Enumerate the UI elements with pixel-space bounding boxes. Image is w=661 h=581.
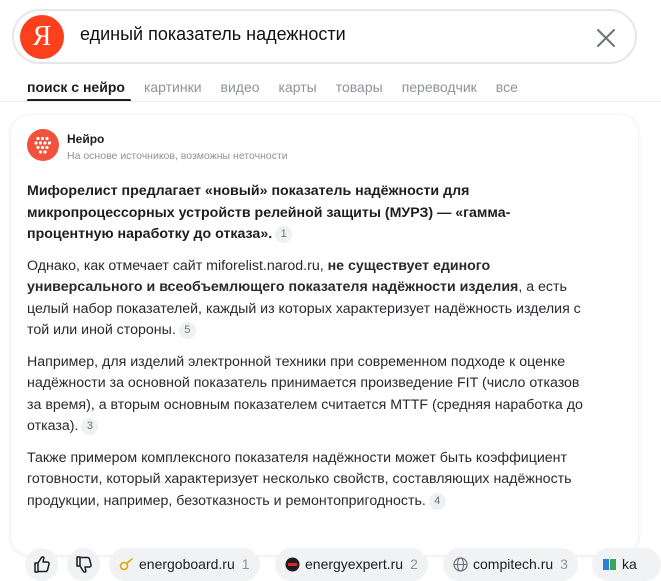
book-favicon [603,559,616,570]
answer-paragraph: Мифорелист предлагает «новый» показатель… [27,183,511,243]
answer-paragraph: Также примером комплексного показателя н… [27,449,572,510]
tab-maps[interactable]: карты [279,78,317,96]
search-tabs: поиск с нейро картинки видео карты товар… [27,78,537,96]
answer-text: Мифорелист предлагает «новый» показатель… [27,181,583,522]
tab-neuro-search[interactable]: поиск с нейро [27,78,125,96]
citation-badge[interactable]: 1 [275,226,293,243]
like-button[interactable] [25,548,58,581]
citation-badge[interactable]: 5 [178,322,196,339]
citation-badge[interactable]: 4 [428,492,446,510]
search-input[interactable]: единый показатель надежности [80,24,346,45]
energoboard-favicon [119,558,133,571]
answer-paragraph: Однако, как отмечает сайт miforelist.nar… [27,257,581,339]
search-bar: Я единый показатель надежности [12,9,637,64]
tab-translator[interactable]: переводчик [402,78,477,96]
source-chip-energoboard[interactable]: energoboard.ru 1 [109,548,260,581]
source-chip-energyexpert[interactable]: energyexpert.ru 2 [275,548,428,581]
answer-paragraph: Например, для изделий электронной техник… [27,353,583,435]
tab-all[interactable]: все [496,78,518,96]
yandex-logo[interactable]: Я [20,15,64,59]
neuro-answer-card: Нейро На основе источников, возможны нет… [11,115,638,555]
source-chip-compitech[interactable]: compitech.ru 3 [443,548,578,581]
source-chip-partial[interactable]: ka [592,548,661,581]
citation-badge[interactable]: 3 [81,418,99,435]
energyexpert-favicon [285,557,300,572]
tab-images[interactable]: картинки [144,78,202,96]
tab-video[interactable]: видео [221,78,260,96]
tabs-divider [0,101,661,102]
clear-icon[interactable] [593,25,619,51]
thumbs-up-icon [34,556,50,573]
dislike-button[interactable] [67,548,100,581]
tab-products[interactable]: товары [336,78,383,96]
neuro-title: Нейро [67,132,105,146]
thumbs-down-icon [76,556,92,573]
neuro-disclaimer: На основе источников, возможны неточност… [67,150,288,162]
neuro-avatar-icon [27,129,59,161]
globe-icon [453,557,468,572]
